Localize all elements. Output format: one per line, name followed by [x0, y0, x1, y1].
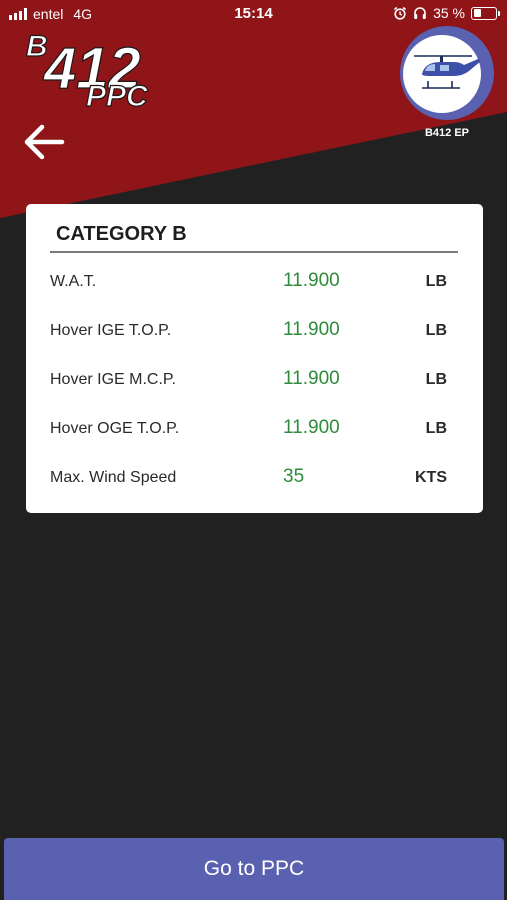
row-value: 11.900	[283, 368, 340, 389]
go-to-ppc-button[interactable]: Go to PPC	[4, 838, 504, 900]
svg-text:PPC: PPC	[86, 80, 149, 113]
battery-fill	[473, 9, 481, 17]
row-unit: LB	[425, 420, 447, 437]
data-row-hover-oge-top: Hover OGE T.O.P. 11.900 LB	[26, 414, 483, 444]
row-unit: LB	[425, 322, 447, 339]
card-divider	[50, 251, 458, 253]
row-unit: LB	[425, 371, 447, 388]
aircraft-avatar[interactable]	[400, 26, 494, 120]
row-value: 35	[283, 466, 305, 487]
card-title: CATEGORY B	[56, 223, 187, 245]
data-row-hover-ige-mcp: Hover IGE M.C.P. 11.900 LB	[26, 365, 483, 395]
row-label: Hover IGE M.C.P.	[50, 371, 176, 388]
row-unit: LB	[425, 273, 447, 290]
aircraft-label: B412 EP	[424, 127, 470, 139]
status-right: 35 %	[393, 5, 500, 21]
data-row-wat: W.A.T. 11.900 LB	[26, 267, 483, 297]
headphones-icon	[414, 7, 426, 19]
row-label: W.A.T.	[50, 273, 97, 290]
row-unit: KTS	[415, 469, 447, 486]
alarm-icon	[394, 6, 407, 20]
data-row-hover-ige-top: Hover IGE T.O.P. 11.900 LB	[26, 316, 483, 346]
battery-icon	[471, 6, 500, 20]
row-label: Hover IGE T.O.P.	[50, 322, 172, 339]
back-arrow-icon[interactable]	[22, 120, 66, 164]
app-logo: B 412 PPC	[26, 29, 150, 113]
data-row-max-wind-speed: Max. Wind Speed 35 KTS	[26, 463, 483, 493]
status-bar: entel 4G 15:14 35 %	[0, 0, 507, 28]
category-card: CATEGORY B W.A.T. 11.900 LB Hover IGE T.…	[26, 204, 483, 513]
row-value: 11.900	[283, 270, 340, 291]
row-value: 11.900	[283, 319, 340, 340]
row-label: Hover OGE T.O.P.	[50, 420, 180, 437]
row-label: Max. Wind Speed	[50, 469, 177, 486]
row-value: 11.900	[283, 417, 340, 438]
battery-percent: 35 %	[433, 5, 465, 21]
